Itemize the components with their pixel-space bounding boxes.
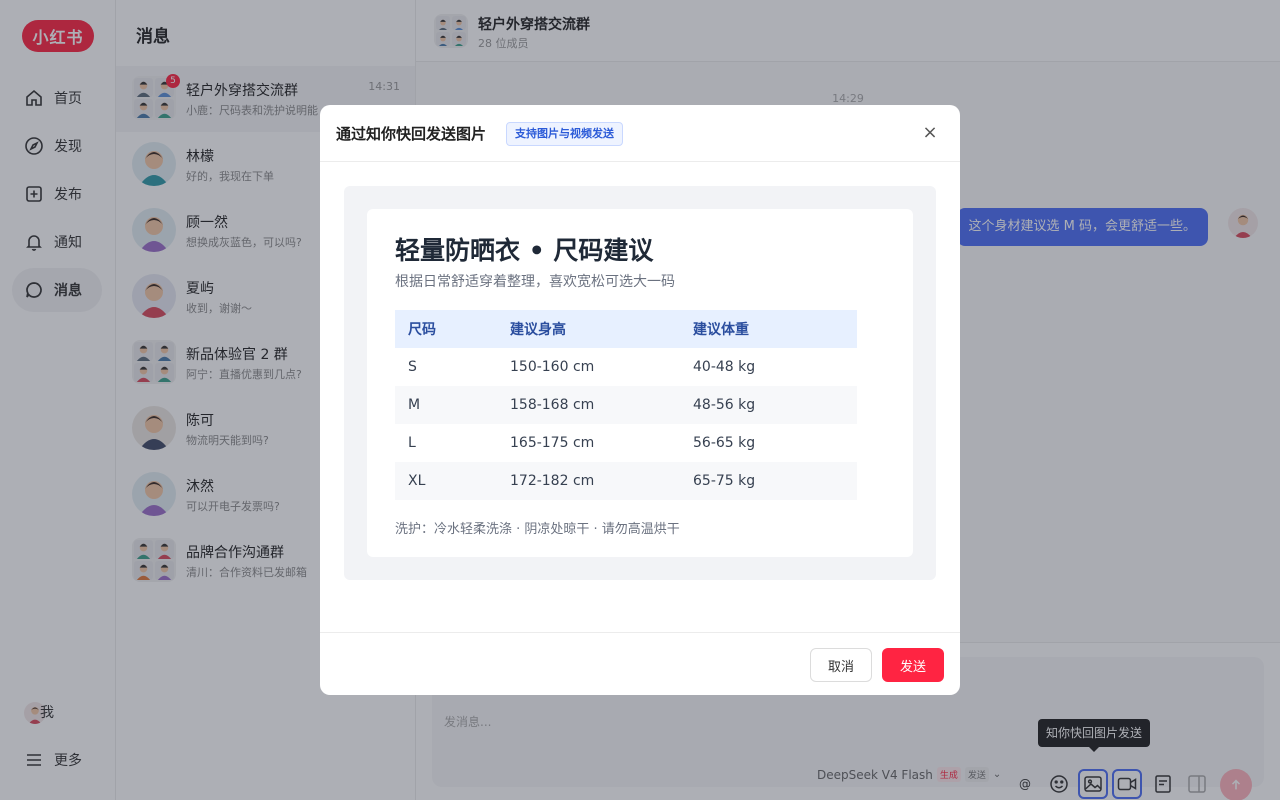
dialog-title: 通过知你快回发送图片 [336,125,487,143]
table-cell: 56-65 kg [693,435,756,451]
send-button[interactable]: 发送 [882,648,944,682]
size-table: 尺码 建议身高 建议体重 S 150-160 cm 40-48 kg M 158… [395,310,857,500]
table-row: S 150-160 cm 40-48 kg [395,348,857,386]
table-cell: 150-160 cm [510,359,595,375]
table-row: XL 172-182 cm 65-75 kg [395,462,857,500]
table-cell: 172-182 cm [510,473,595,489]
close-icon[interactable]: × [920,123,940,143]
column-header: 建议体重 [693,322,749,338]
table-cell: 158-168 cm [510,397,595,413]
size-guide-image: 轻量防晒衣 • 尺码建议 根据日常舒适穿着整理，喜欢宽松可选大一码 尺码 建议身… [367,209,913,557]
dialog-header: 通过知你快回发送图片 支持图片与视频发送 × [320,105,960,162]
column-header: 尺码 [408,322,436,338]
size-table-header: 尺码 建议身高 建议体重 [395,310,857,348]
table-cell: S [408,359,417,375]
image-preview-area: 轻量防晒衣 • 尺码建议 根据日常舒适穿着整理，喜欢宽松可选大一码 尺码 建议身… [344,186,936,580]
dialog-footer: 取消 发送 [320,632,960,695]
size-guide-subtitle: 根据日常舒适穿着整理，喜欢宽松可选大一码 [395,274,675,290]
table-row: L 165-175 cm 56-65 kg [395,424,857,462]
table-cell: M [408,397,421,413]
size-guide-title: 轻量防晒衣 • 尺码建议 [395,236,654,265]
column-header: 建议身高 [510,322,566,338]
table-cell: 165-175 cm [510,435,595,451]
table-cell: L [408,435,416,451]
care-instructions: 洗护：冷水轻柔洗涤 · 阴凉处晾干 · 请勿高温烘干 [395,522,680,537]
support-badge: 支持图片与视频发送 [506,122,623,146]
table-cell: XL [408,473,426,489]
cancel-button[interactable]: 取消 [810,648,872,682]
table-row: M 158-168 cm 48-56 kg [395,386,857,424]
table-cell: 65-75 kg [693,473,756,489]
send-image-dialog: 通过知你快回发送图片 支持图片与视频发送 × 轻量防晒衣 • 尺码建议 根据日常… [320,105,960,695]
table-cell: 40-48 kg [693,359,756,375]
table-cell: 48-56 kg [693,397,756,413]
